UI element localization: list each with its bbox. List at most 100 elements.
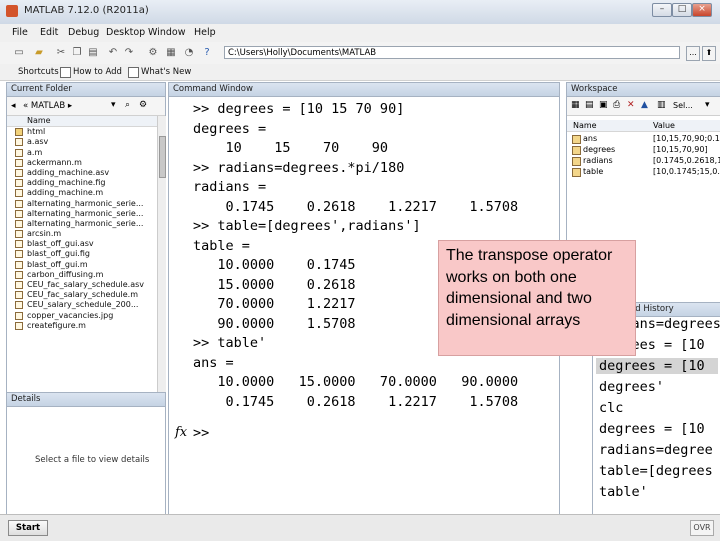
list-item[interactable]: adding_machine.fig bbox=[7, 178, 157, 188]
redo-icon[interactable]: ↷ bbox=[122, 46, 136, 60]
add-shortcut-icon[interactable] bbox=[60, 67, 71, 78]
command-line: >> degrees = [10 15 70 90] bbox=[193, 101, 405, 117]
history-item[interactable]: radians=degree bbox=[599, 442, 713, 458]
guide-icon[interactable]: ▦ bbox=[164, 46, 178, 60]
table-row[interactable]: ans[10,15,70,90;0.174 bbox=[567, 133, 720, 144]
menu-debug[interactable]: Debug bbox=[68, 27, 99, 38]
open-variable-icon[interactable]: ▤ bbox=[585, 100, 594, 110]
menu-edit[interactable]: Edit bbox=[40, 27, 58, 38]
stack-icon[interactable]: ▥ bbox=[657, 100, 666, 110]
folder-breadcrumb[interactable]: « MATLAB ▸ bbox=[23, 101, 72, 111]
save-icon[interactable]: ▣ bbox=[599, 100, 608, 110]
overwrite-indicator: OVR bbox=[690, 520, 714, 536]
value-column-header[interactable]: Value bbox=[653, 120, 675, 131]
matrix-icon bbox=[572, 146, 581, 155]
list-item[interactable]: blast_off_gui.m bbox=[7, 260, 157, 270]
list-item[interactable]: blast_off_gui.fig bbox=[7, 249, 157, 259]
history-item[interactable]: table=[degrees bbox=[599, 463, 713, 479]
list-item[interactable]: arcsin.m bbox=[7, 229, 157, 239]
list-item[interactable]: blast_off_gui.asv bbox=[7, 239, 157, 249]
file-icon bbox=[15, 240, 23, 249]
maximize-button[interactable]: □ bbox=[672, 3, 692, 17]
whats-new-link[interactable]: What's New bbox=[141, 67, 191, 77]
list-item[interactable]: ackermann.m bbox=[7, 158, 157, 168]
menu-desktop[interactable]: Desktop bbox=[106, 27, 145, 38]
list-item[interactable]: a.asv bbox=[7, 137, 157, 147]
list-item[interactable]: CEU_fac_salary_schedule.asv bbox=[7, 280, 157, 290]
menu-window[interactable]: Window bbox=[148, 27, 185, 38]
history-item[interactable]: table' bbox=[599, 484, 648, 500]
close-button[interactable]: × bbox=[692, 3, 712, 17]
file-icon bbox=[15, 281, 23, 289]
fig-file-icon bbox=[15, 179, 23, 188]
whats-new-icon[interactable] bbox=[128, 67, 139, 78]
list-item[interactable]: copper_vacancies.jpg bbox=[7, 311, 157, 321]
paste-icon[interactable]: ▤ bbox=[86, 46, 100, 60]
history-item-selected[interactable]: degrees = [10 bbox=[596, 358, 718, 374]
cut-icon[interactable]: ✂ bbox=[54, 46, 68, 60]
folder-up-icon[interactable]: ▾ bbox=[111, 100, 116, 110]
how-to-add-link[interactable]: How to Add bbox=[73, 67, 122, 77]
fx-function-browser-icon[interactable]: fx bbox=[175, 425, 187, 440]
list-item[interactable]: adding_machine.asv bbox=[7, 168, 157, 178]
delete-icon[interactable]: ✕ bbox=[627, 100, 635, 110]
list-item[interactable]: carbon_diffusing.m bbox=[7, 270, 157, 280]
name-column-header[interactable]: Name bbox=[7, 116, 157, 128]
list-item[interactable]: html bbox=[7, 127, 157, 137]
file-list-scrollbar[interactable] bbox=[157, 116, 166, 392]
command-prompt[interactable]: >> bbox=[193, 425, 209, 441]
table-row[interactable]: table[10,0.1745;15,0.26 bbox=[567, 166, 720, 177]
browse-folder-button[interactable]: ... bbox=[686, 46, 700, 61]
current-folder-path-field[interactable]: C:\Users\Holly\Documents\MATLAB bbox=[224, 46, 680, 59]
workspace-title: Workspace bbox=[567, 83, 720, 97]
back-icon[interactable]: ◂ bbox=[11, 101, 16, 111]
output-line: 90.0000 1.5708 bbox=[193, 315, 356, 332]
matrix-icon bbox=[572, 135, 581, 144]
list-item[interactable]: a.m bbox=[7, 148, 157, 158]
up-folder-button[interactable]: ⬆ bbox=[702, 46, 716, 61]
fig-file-icon bbox=[15, 250, 23, 259]
list-item[interactable]: CEU_salary_schedule_200... bbox=[7, 300, 157, 310]
output-line: 10.0000 0.1745 bbox=[193, 257, 356, 273]
gear-icon[interactable]: ⚙ bbox=[139, 100, 147, 110]
new-file-icon[interactable]: ▭ bbox=[12, 46, 26, 60]
select-data-button[interactable]: Sel... bbox=[673, 101, 693, 110]
list-item[interactable]: alternating_harmonic_serie... bbox=[7, 209, 157, 219]
plot-icon[interactable]: ▲ bbox=[641, 100, 648, 110]
name-column-header[interactable]: Name bbox=[573, 120, 597, 131]
list-item[interactable]: createfigure.m bbox=[7, 321, 157, 331]
shortcuts-label[interactable]: Shortcuts bbox=[18, 67, 59, 77]
history-item[interactable]: clc bbox=[599, 400, 623, 416]
undo-icon[interactable]: ↶ bbox=[106, 46, 120, 60]
m-file-icon bbox=[15, 260, 23, 269]
simulink-icon[interactable]: ⚙ bbox=[146, 46, 160, 60]
table-row[interactable]: degrees [10,15,70,90] bbox=[567, 144, 720, 155]
chevron-down-icon[interactable]: ▾ bbox=[705, 100, 710, 110]
list-item[interactable]: alternating_harmonic_serie... bbox=[7, 199, 157, 209]
details-title: Details bbox=[7, 393, 165, 407]
profiler-icon[interactable]: ◔ bbox=[182, 46, 196, 60]
list-item[interactable]: adding_machine.m bbox=[7, 188, 157, 198]
folder-icon bbox=[15, 128, 23, 137]
menu-file[interactable]: File bbox=[12, 27, 28, 38]
output-line: 0.1745 0.2618 1.2217 1.5708 bbox=[193, 393, 519, 410]
list-item[interactable]: CEU_fac_salary_schedule.m bbox=[7, 290, 157, 300]
history-item[interactable]: degrees = [10 bbox=[599, 421, 705, 437]
details-message: Select a file to view details bbox=[35, 455, 150, 465]
menu-help[interactable]: Help bbox=[194, 27, 216, 38]
copy-icon[interactable]: ❐ bbox=[70, 46, 84, 60]
search-icon[interactable]: ⌕ bbox=[125, 100, 130, 110]
new-variable-icon[interactable]: ▦ bbox=[571, 100, 580, 110]
start-button[interactable]: Start bbox=[8, 520, 48, 536]
m-file-icon bbox=[15, 219, 23, 228]
print-icon[interactable]: ⎙ bbox=[613, 100, 620, 110]
list-item[interactable]: alternating_harmonic_serie... bbox=[7, 219, 157, 229]
help-icon[interactable]: ? bbox=[200, 46, 214, 60]
open-folder-icon[interactable]: ▰ bbox=[32, 46, 46, 60]
matrix-icon bbox=[572, 168, 581, 177]
m-file-icon bbox=[15, 291, 23, 300]
history-item[interactable]: degrees' bbox=[599, 379, 664, 395]
scrollbar-thumb[interactable] bbox=[159, 136, 166, 178]
table-row[interactable]: radians[0.1745,0.2618,1.2 bbox=[567, 155, 720, 166]
minimize-button[interactable]: – bbox=[652, 3, 672, 17]
